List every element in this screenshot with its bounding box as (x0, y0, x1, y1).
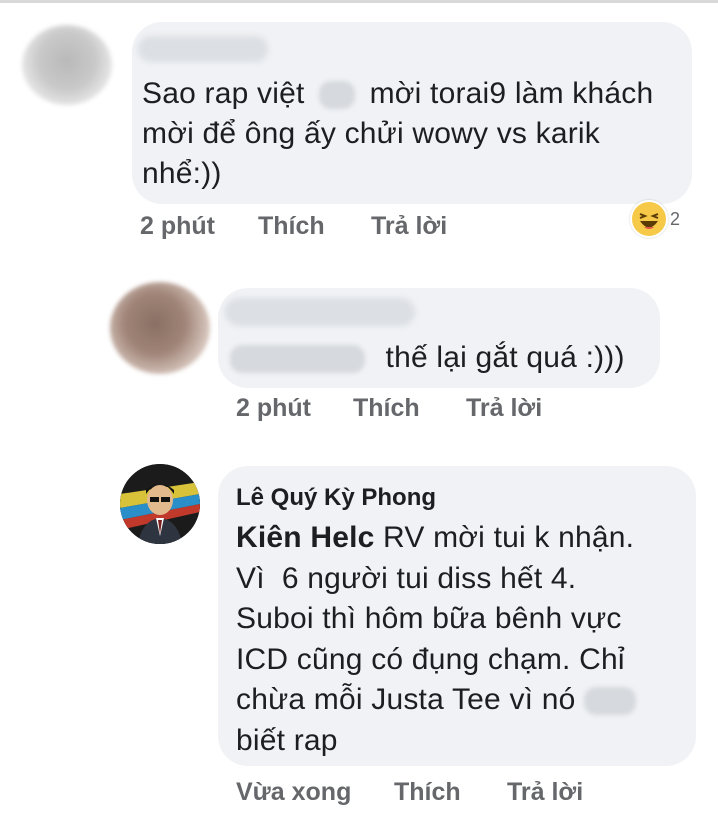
mention-link[interactable]: Kiên Helc (236, 521, 375, 554)
avatar-blurred-1[interactable] (22, 25, 112, 105)
comment-text-2: thế lại gắt quá :))) (230, 338, 625, 378)
reaction-count-1: 2 (670, 208, 681, 229)
comment-text-1-line3: nhể:)) (142, 157, 222, 190)
haha-emoji-icon (630, 200, 668, 238)
comment-text-3-line1: RV mời tui k nhận. (374, 521, 635, 554)
avatar-blurred-2[interactable] (110, 282, 210, 374)
timestamp-3[interactable]: Vừa xong (236, 778, 351, 807)
comment-text-3-line5: chừa mỗi Justa Tee vì nó (236, 683, 576, 716)
timestamp-1[interactable]: 2 phút (140, 212, 215, 241)
author-name-blurred-1[interactable] (138, 36, 268, 62)
avatar-le-quy-ky-phong[interactable] (120, 464, 200, 544)
comment-text-3-line6: biết rap (236, 723, 338, 757)
reaction-summary-1[interactable]: 2 (630, 200, 680, 238)
comment-text-3-line4: ICD cũng có đụng chạm. Chỉ (236, 642, 625, 676)
reply-button-1[interactable]: Trả lời (371, 212, 447, 241)
redacted-word (319, 81, 356, 110)
redacted-mention (230, 345, 365, 374)
redacted-word (583, 687, 636, 716)
author-name-blurred-2[interactable] (225, 298, 415, 326)
comment-text-3-line3: Suboi thì hôm bữa bênh vực (236, 602, 622, 635)
reply-button-3[interactable]: Trả lời (507, 778, 583, 807)
top-divider (0, 0, 718, 3)
comment-text-3: Kiên Helc RV mời tui k nhận. Vì 6 người … (236, 518, 692, 761)
comment-text-3-line2: Vì 6 người tui diss hết 4. (236, 561, 577, 595)
author-name[interactable]: Lê Quý Kỳ Phong (236, 484, 436, 512)
comment-text-1: Sao rap việt mời torai9 làm khách mời để… (142, 74, 682, 194)
like-button-1[interactable]: Thích (258, 212, 325, 241)
reply-button-2[interactable]: Trả lời (466, 394, 542, 423)
comment-text-1-part2: mời torai9 làm khách (369, 77, 654, 110)
like-button-3[interactable]: Thích (394, 778, 461, 807)
timestamp-2[interactable]: 2 phút (236, 394, 311, 423)
comment-text-1-part1: Sao rap việt (142, 77, 305, 110)
comment-text-1-line2: mời để ông ấy chửi wowy vs karik (142, 117, 600, 150)
comment-text-2-body: thế lại gắt quá :))) (385, 341, 625, 374)
like-button-2[interactable]: Thích (353, 394, 420, 423)
